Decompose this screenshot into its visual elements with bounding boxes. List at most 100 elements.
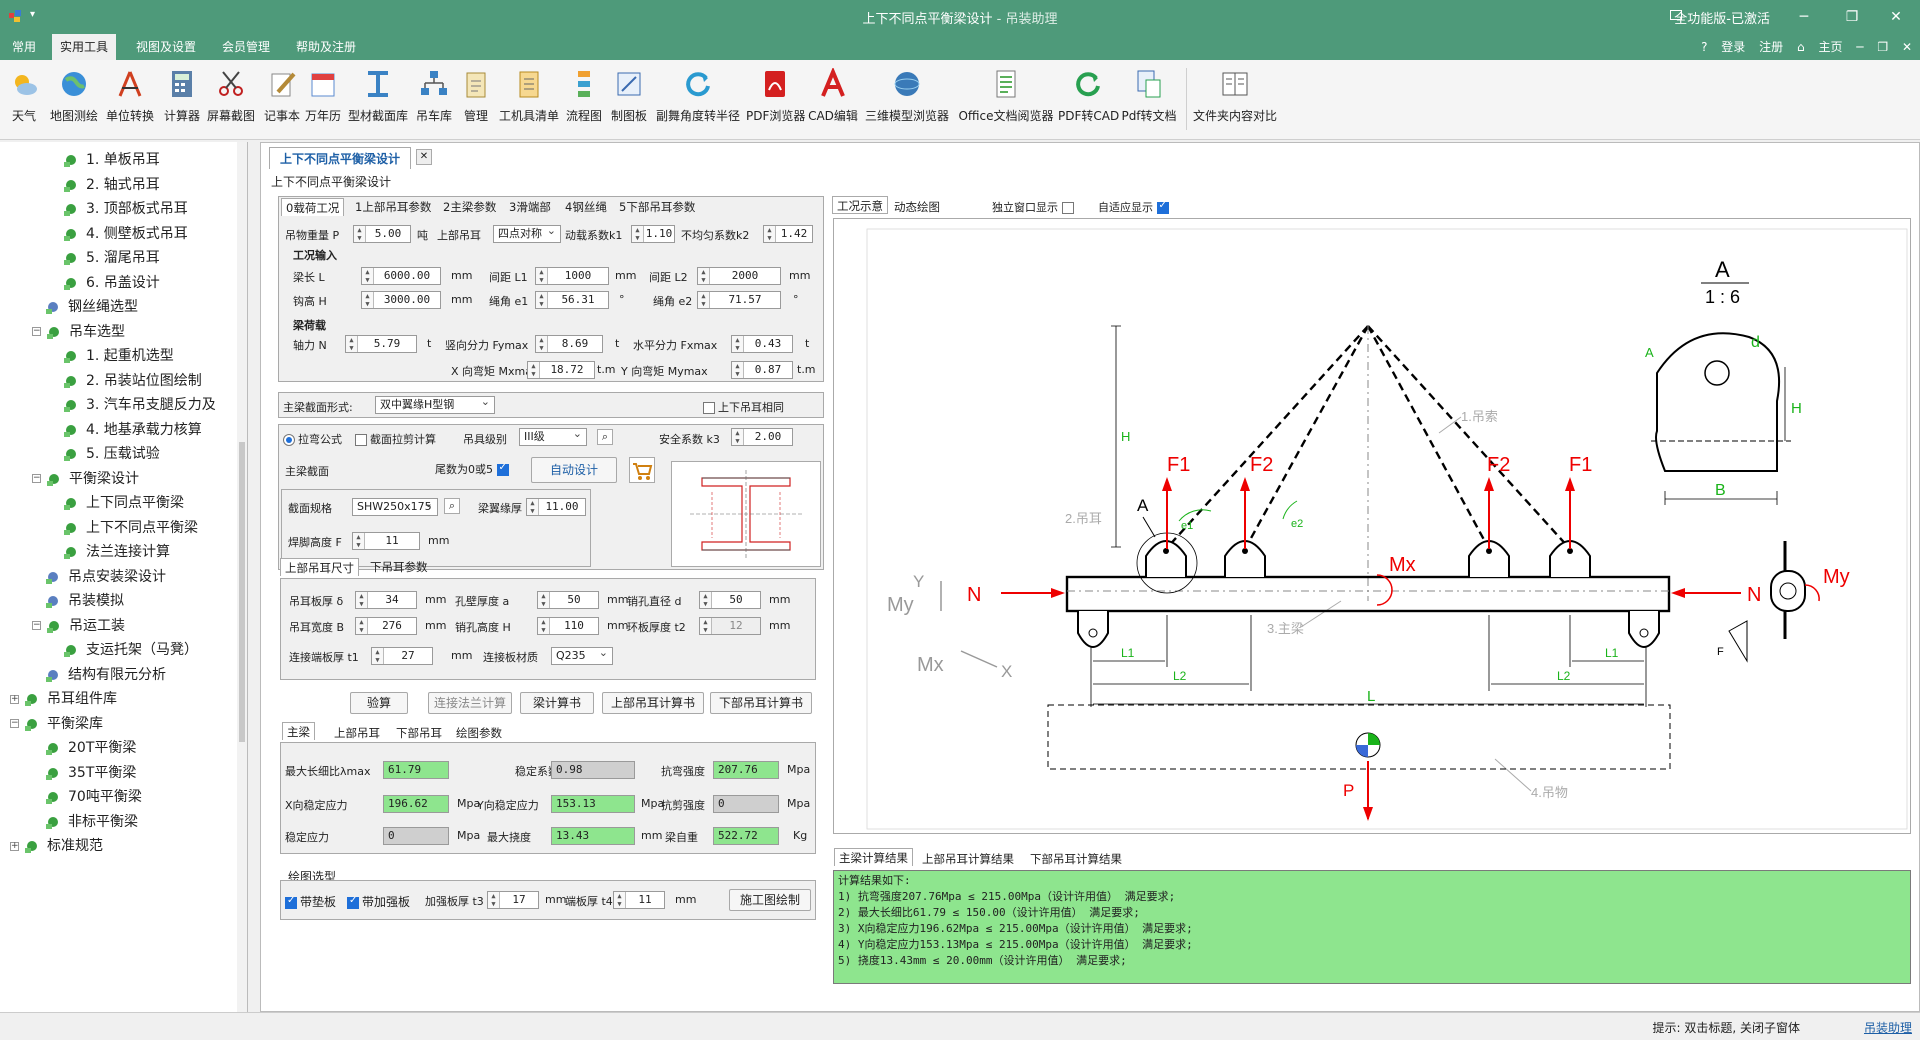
grade-lookup-icon[interactable]: ⌕ [597,429,613,445]
tree-item-crane-type[interactable]: 1. 起重机选型 [62,344,174,368]
tree-item-top-plate-ear[interactable]: 3. 顶部板式吊耳 [62,197,188,221]
pdf-to-cad-button[interactable]: PDF转CAD [1058,66,1119,132]
tab-main-beam[interactable]: 2主梁参数 [439,198,500,216]
tool-list-button[interactable]: 工机具清单 [498,66,560,132]
menu-common[interactable]: 常用 [4,34,44,60]
spec-select[interactable]: SHW250x175 [352,496,438,516]
collapse-icon[interactable]: − [32,474,41,483]
tree-item-transport-fixture[interactable]: − 吊运工装 [32,614,125,638]
construction-drawing-button[interactable]: 施工图绘制 [729,889,811,911]
flowchart-button[interactable]: 流程图 [564,66,604,132]
expand-icon[interactable]: + [10,841,19,851]
tab-lower-ear-params[interactable]: 下吊耳参数 [366,558,432,576]
collapse-icon[interactable]: − [32,327,41,336]
tree-item-shaft-ear[interactable]: 2. 轴式吊耳 [62,173,160,197]
spacing2-input[interactable]: ▲ ▼ 2000 [697,267,781,285]
tree-item-hoist-sim[interactable]: 吊装模拟 [44,589,124,613]
ring-input[interactable]: ▲ ▼ 12 [699,617,761,635]
weld-input[interactable]: ▲ ▼ 11 [352,532,420,550]
spacing1-input[interactable]: ▲ ▼ 1000 [535,267,609,285]
calendar-button[interactable]: 万年历 [302,66,344,132]
calculator-button[interactable]: 计算器 [160,66,204,132]
tree-item-side-plate-ear[interactable]: 4. 侧壁板式吊耳 [62,222,188,246]
model-viewer-button[interactable]: 三维模型浏览器 [864,66,950,132]
lower-ear-report-button[interactable]: 下部吊耳计算书 [710,692,812,714]
tail-checkbox[interactable]: 尾数为0或5 [435,461,512,477]
collapse-icon[interactable]: − [10,719,19,728]
tree-item-ballast-test[interactable]: 5. 压载试验 [62,442,160,466]
screenshot-button[interactable]: 屏幕截图 [204,66,258,132]
tree-item-wire-rope[interactable]: 钢丝绳选型 [44,295,138,319]
ear-width-input[interactable]: ▲ ▼ 276 [355,617,417,635]
pin-input[interactable]: ▲ ▼ 50 [699,591,761,609]
same-ear-checkbox[interactable]: 上下吊耳相同 [703,399,784,415]
home-link[interactable]: 主页 [1818,40,1842,54]
auto-design-button[interactable]: 自动设计 [531,457,617,483]
independent-window-checkbox[interactable]: 独立窗口显示 [992,199,1077,215]
mdi-minimize-icon[interactable]: ─ [1856,40,1863,54]
tab-upper-ear-results[interactable]: 上部吊耳计算结果 [918,850,1018,868]
tree-item-install-beam[interactable]: 吊点安装梁设计 [44,565,166,589]
maximize-button[interactable]: ❐ [1832,4,1872,30]
pdf-to-doc-button[interactable]: Pdf转文档 [1120,66,1178,132]
tree-item-flange-calc[interactable]: 法兰连接计算 [62,540,170,564]
hole-wall-input[interactable]: ▲ ▼ 50 [537,591,599,609]
tree-scrollbar[interactable] [237,142,247,1012]
vert-input[interactable]: ▲ ▼ 8.69 [535,335,603,353]
flange-calc-button[interactable]: 连接法兰计算 [428,692,512,714]
home-icon[interactable]: ⌂ [1797,40,1805,54]
drawing-board-button[interactable]: 制图板 [608,66,650,132]
doc-tab-close-icon[interactable]: ✕ [416,149,432,165]
map-button[interactable]: 地图测绘 [46,66,102,132]
tree-item-balance-beam[interactable]: − 平衡梁设计 [32,467,139,491]
mdi-restore-icon[interactable]: ❐ [1877,40,1888,54]
crane-lib-button[interactable]: 吊车库 [412,66,456,132]
upper-ear-report-button[interactable]: 上部吊耳计算书 [602,692,704,714]
close-button[interactable]: ✕ [1876,4,1916,30]
unit-convert-button[interactable]: 单位转换 [102,66,158,132]
status-link[interactable]: 吊装助理 [1864,1019,1912,1036]
hook-input[interactable]: ▲ ▼ 3000.00 [361,291,441,309]
collapse-icon[interactable]: − [32,621,41,630]
tree-item-fea[interactable]: 结构有限元分析 [44,663,166,687]
beam-len-input[interactable]: ▲ ▼ 6000.00 [361,267,441,285]
uneven-input[interactable]: ▲ ▼ 1.42 [763,225,813,243]
horiz-input[interactable]: ▲ ▼ 0.43 [731,335,793,353]
spec-lookup-icon[interactable]: ⌕ [444,498,460,514]
login-link[interactable]: 登录 [1721,40,1745,54]
my-input[interactable]: ▲ ▼ 0.87 [731,361,793,379]
ear-thick-input[interactable]: ▲ ▼ 34 [355,591,417,609]
angle-radius-button[interactable]: 副舞角度转半径 [654,66,742,132]
tree-item-cover-design[interactable]: 6. 吊盖设计 [62,271,160,295]
notepad-button[interactable]: 记事本 [260,66,304,132]
tab-rope[interactable]: 4钢丝绳 [561,198,611,216]
material-select[interactable]: Q235 [551,645,613,665]
tree-item-tail-ear[interactable]: 5. 溜尾吊耳 [62,246,160,270]
tab-result-upper[interactable]: 上部吊耳 [330,724,384,742]
tab-lower-ear-results[interactable]: 下部吊耳计算结果 [1026,850,1126,868]
flange-input[interactable]: ▲ ▼ 11.00 [526,498,586,516]
tab-end[interactable]: 3滑端部 [505,198,555,216]
minimize-button[interactable]: ─ [1784,4,1824,30]
cart-icon[interactable] [629,457,655,483]
dyn-input[interactable]: ▲ ▼ 1.10 [631,225,675,243]
tab-lower-ear[interactable]: 5下部吊耳参数 [615,198,699,216]
tab-upper-ear-dims[interactable]: 上部吊耳尺寸 [280,558,359,576]
angle1-input[interactable]: ▲ ▼ 56.31 [535,291,609,309]
tree-item-support-bracket[interactable]: 支运托架（马凳） [62,638,198,662]
manage-button[interactable]: 管理 [458,66,494,132]
tab-result-draw[interactable]: 绘图参数 [452,724,506,742]
tab-beam-results[interactable]: 主梁计算结果 [834,848,913,866]
tree-item-ear-lib[interactable]: + 吊耳组件库 [10,687,117,711]
tree-item-nonstd-beam[interactable]: 非标平衡梁 [44,810,138,834]
doc-tab[interactable]: 上下不同点平衡梁设计 [269,147,412,169]
tree-item-standards[interactable]: + 标准规范 [10,834,103,858]
tab-result-lower[interactable]: 下部吊耳 [392,724,446,742]
weather-button[interactable]: 天气 [6,66,42,132]
tree-item-diff-point-beam[interactable]: 上下不同点平衡梁 [62,516,198,540]
tab-upper-ear[interactable]: 1上部吊耳参数 [351,198,435,216]
method-radio-2[interactable]: 截面拉剪计算 [355,431,436,447]
upper-ear-select[interactable]: 四点对称 [493,223,561,243]
tab-condition-view[interactable]: 工况示意 [832,196,888,214]
folder-compare-button[interactable]: 文件夹内容对比 [1192,66,1278,132]
